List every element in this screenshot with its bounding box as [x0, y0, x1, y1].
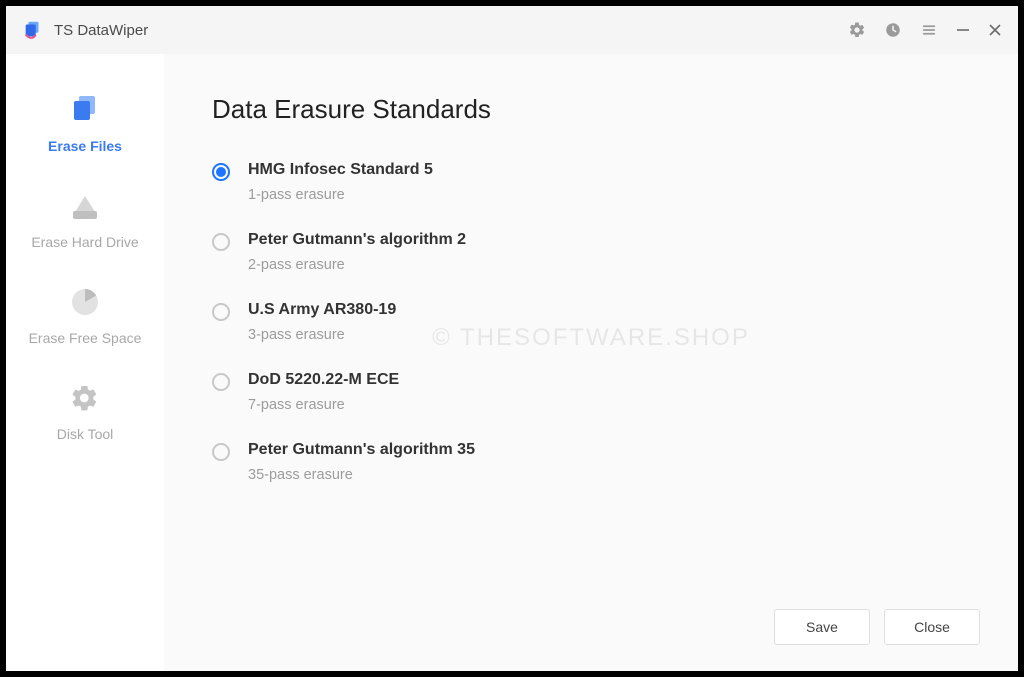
- footer: Save Close: [212, 609, 988, 651]
- titlebar: TS DataWiper: [6, 6, 1018, 54]
- sidebar-item-label: Erase Free Space: [29, 330, 142, 346]
- sidebar-item-erase-free-space[interactable]: Erase Free Space: [6, 268, 164, 364]
- hard-drive-icon: [65, 186, 105, 226]
- save-button[interactable]: Save: [774, 609, 870, 645]
- option-name: Peter Gutmann's algorithm 2: [248, 231, 466, 249]
- page-title: Data Erasure Standards: [212, 94, 988, 125]
- titlebar-left: TS DataWiper: [22, 19, 148, 41]
- sidebar-item-erase-files[interactable]: Erase Files: [6, 76, 164, 172]
- radio-icon: [212, 163, 230, 181]
- app-title: TS DataWiper: [54, 22, 148, 39]
- main-panel: Data Erasure Standards HMG Infosec Stand…: [164, 54, 1018, 671]
- close-button[interactable]: [988, 23, 1002, 37]
- option-gutmann-35[interactable]: Peter Gutmann's algorithm 35 35-pass era…: [212, 441, 988, 483]
- radio-icon: [212, 373, 230, 391]
- option-name: U.S Army AR380-19: [248, 301, 396, 319]
- option-desc: 3-pass erasure: [248, 327, 396, 343]
- pie-icon: [65, 282, 105, 322]
- option-gutmann-2[interactable]: Peter Gutmann's algorithm 2 2-pass erasu…: [212, 231, 988, 273]
- option-dod-5220-22-m-ece[interactable]: DoD 5220.22-M ECE 7-pass erasure: [212, 371, 988, 413]
- options-list: HMG Infosec Standard 5 1-pass erasure Pe…: [212, 161, 988, 483]
- radio-icon: [212, 303, 230, 321]
- option-hmg-infosec-5[interactable]: HMG Infosec Standard 5 1-pass erasure: [212, 161, 988, 203]
- option-desc: 35-pass erasure: [248, 467, 475, 483]
- sidebar-item-label: Erase Hard Drive: [31, 234, 138, 250]
- option-desc: 2-pass erasure: [248, 257, 466, 273]
- sidebar-item-label: Disk Tool: [57, 426, 114, 442]
- body: Erase Files Erase Hard Drive: [6, 54, 1018, 671]
- minimize-button[interactable]: [956, 23, 970, 37]
- titlebar-right: [848, 21, 1002, 39]
- radio-icon: [212, 443, 230, 461]
- option-us-army-ar380-19[interactable]: U.S Army AR380-19 3-pass erasure: [212, 301, 988, 343]
- settings-icon[interactable]: [848, 21, 866, 39]
- option-desc: 1-pass erasure: [248, 187, 433, 203]
- sidebar: Erase Files Erase Hard Drive: [6, 54, 164, 671]
- history-icon[interactable]: [884, 21, 902, 39]
- sidebar-item-erase-hard-drive[interactable]: Erase Hard Drive: [6, 172, 164, 268]
- option-name: Peter Gutmann's algorithm 35: [248, 441, 475, 459]
- app-window: TS DataWiper: [6, 6, 1018, 671]
- app-icon: [22, 19, 44, 41]
- gear-icon: [65, 378, 105, 418]
- option-desc: 7-pass erasure: [248, 397, 399, 413]
- menu-icon[interactable]: [920, 21, 938, 39]
- files-icon: [65, 90, 105, 130]
- option-name: DoD 5220.22-M ECE: [248, 371, 399, 389]
- radio-icon: [212, 233, 230, 251]
- option-name: HMG Infosec Standard 5: [248, 161, 433, 179]
- sidebar-item-label: Erase Files: [48, 138, 122, 154]
- close-dialog-button[interactable]: Close: [884, 609, 980, 645]
- sidebar-item-disk-tool[interactable]: Disk Tool: [6, 364, 164, 460]
